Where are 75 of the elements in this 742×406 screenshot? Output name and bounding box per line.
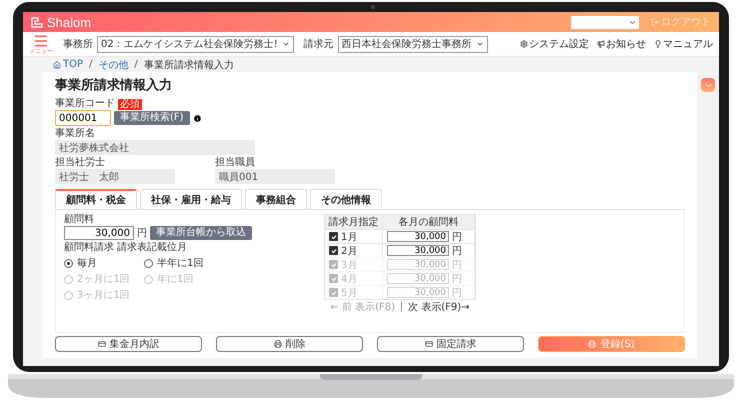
breadcrumb-link[interactable]: その他 <box>98 58 128 72</box>
checkbox[interactable] <box>329 246 338 255</box>
month-label: 4月 <box>341 272 358 286</box>
staff-field: 職員001 <box>215 169 335 184</box>
month-fee-field[interactable]: 30,000 <box>387 231 449 242</box>
menu-icon <box>33 33 49 49</box>
billing-label: 請求元 <box>304 38 334 51</box>
month-label: 5月 <box>341 286 358 300</box>
settings-icon <box>520 40 528 48</box>
breadcrumb-separator: / <box>89 59 92 70</box>
tab[interactable]: 事務組合 <box>245 189 307 209</box>
nav-link[interactable]: マニュアル <box>654 37 713 51</box>
field-label: 担当社労士 <box>55 157 106 169</box>
nav-link[interactable]: お知らせ <box>597 37 646 51</box>
field-label: 顧問料請求 <box>64 242 114 254</box>
field-label: 事業所名 <box>55 128 96 140</box>
page-title: 事業所請求情報入力 <box>55 76 173 94</box>
tab[interactable]: 顧問料・税金 <box>55 189 137 209</box>
unit-label: 円 <box>452 272 462 286</box>
import-button[interactable]: 事業所台帳から取込 <box>150 226 252 240</box>
unit-label: 円 <box>452 244 462 258</box>
field-label: 請求表記載位月 <box>117 242 187 254</box>
radio-icon[interactable] <box>144 258 153 268</box>
month-label: 2月 <box>341 244 358 258</box>
radio-option[interactable]: 毎月 <box>64 256 144 270</box>
unit-label: 円 <box>137 227 147 240</box>
field-label: 事業所コード <box>55 98 115 110</box>
field-label: 顧問料 <box>64 214 95 226</box>
tab[interactable]: 社保・雇用・給与 <box>140 189 242 209</box>
camera-icon <box>371 5 375 9</box>
chevron-icon <box>282 40 290 48</box>
checkbox[interactable] <box>329 232 338 241</box>
scroll-down-button[interactable] <box>701 78 715 92</box>
chevron-icon <box>476 40 484 48</box>
column-header: 請求月指定 <box>325 215 383 229</box>
lightbulb-icon <box>654 40 662 48</box>
radio-option[interactable]: 半年に1回 <box>144 256 224 270</box>
select-field[interactable] <box>571 16 639 28</box>
billing-select[interactable]: 西日本社会保険労務士事務所 <box>338 36 488 52</box>
action-button[interactable]: 集金月内訳 <box>55 336 202 352</box>
search-button[interactable]: 事業所検索(F) <box>114 111 190 125</box>
month-label: 3月 <box>341 258 358 272</box>
tab[interactable]: その他情報 <box>310 189 382 209</box>
office-name-field: 社労夢株式会社 <box>55 140 255 155</box>
month-label: 1月 <box>341 230 358 244</box>
logo-icon <box>31 16 43 28</box>
office-code-field[interactable]: 000001 <box>55 110 111 126</box>
action-button[interactable]: 削除 <box>216 336 363 352</box>
megaphone-icon <box>597 40 605 48</box>
required-badge: 必須 <box>118 98 142 110</box>
unit-label: 円 <box>452 286 462 300</box>
staff-field: 社労士 太郎 <box>55 169 175 184</box>
logout-icon <box>651 18 659 26</box>
info-icon <box>192 114 202 122</box>
column-header: 各月の顧問料 <box>383 215 475 229</box>
nav-link[interactable]: システム設定 <box>520 37 589 51</box>
logo: Shalom <box>47 14 92 30</box>
action-button[interactable]: 固定請求 <box>377 336 524 352</box>
card-icon <box>424 340 432 348</box>
card-icon <box>98 340 106 348</box>
unit-label: 円 <box>452 258 462 272</box>
month-fee-field[interactable]: 30,000 <box>387 245 449 256</box>
fee-field[interactable]: 30,000 <box>64 226 134 240</box>
unit-label: 円 <box>452 230 462 244</box>
current-page-label: 事業所請求情報入力 <box>144 58 234 72</box>
next-link[interactable]: 次 表示(F9)→ <box>408 300 470 314</box>
printer-icon <box>274 340 282 348</box>
home-icon <box>53 60 61 68</box>
breadcrumb-separator: / <box>134 59 138 70</box>
printer-icon <box>588 340 596 348</box>
field-label: 担当職員 <box>215 157 256 169</box>
radio-icon[interactable] <box>64 258 73 268</box>
office-label: 事務所 <box>63 38 93 51</box>
office-select[interactable]: 02：エムケイシステム社会保険労務士! <box>97 36 294 52</box>
breadcrumb-link[interactable]: TOP <box>53 59 84 70</box>
